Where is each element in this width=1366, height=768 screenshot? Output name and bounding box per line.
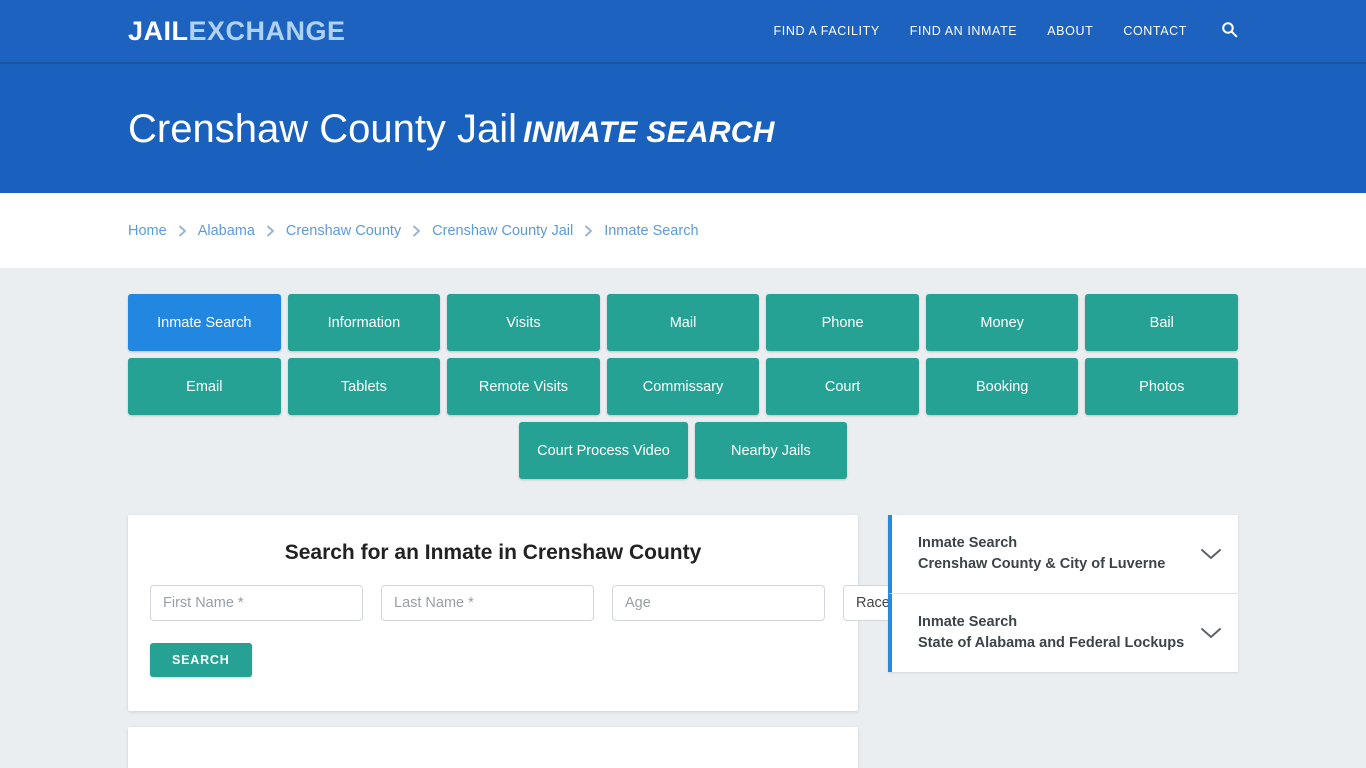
tab-row-2: Email Tablets Remote Visits Commissary C… (128, 358, 1239, 415)
breadcrumb-item-home[interactable]: Home (128, 223, 167, 239)
tab-tablets[interactable]: Tablets (287, 358, 441, 415)
breadcrumb-item-inmate-search: Inmate Search (604, 222, 699, 239)
tab-inmate-search[interactable]: Inmate Search (128, 294, 281, 351)
chevron-down-icon[interactable] (1200, 626, 1222, 640)
tab-information[interactable]: Information (287, 294, 441, 351)
accordion-item-state-federal-lockups[interactable]: Inmate Search State of Alabama and Feder… (888, 594, 1238, 673)
accordion-item-subtitle: Crenshaw County & City of Luverne (918, 556, 1166, 573)
breadcrumb-item-crenshaw-county-jail[interactable]: Crenshaw County Jail (432, 223, 573, 239)
content-columns: Search for an Inmate in Crenshaw County … (128, 515, 1238, 768)
page-title-main: Crenshaw County Jail (128, 106, 518, 151)
accordion-item-text: Inmate Search State of Alabama and Feder… (918, 612, 1188, 654)
tab-commissary[interactable]: Commissary (606, 358, 760, 415)
chevron-right-icon (266, 225, 275, 237)
search-submit-button[interactable]: SEARCH (150, 643, 252, 677)
page-title: Crenshaw County Jail Inmate Search (128, 107, 775, 151)
secondary-content-card (128, 727, 858, 768)
page-title-band: Crenshaw County Jail Inmate Search (0, 64, 1366, 193)
tab-booking[interactable]: Booking (925, 358, 1079, 415)
chevron-right-icon (584, 225, 593, 237)
top-navigation-bar: JAILEXCHANGE FIND A FACILITY FIND AN INM… (0, 0, 1366, 64)
facility-section-tabs: Inmate Search Information Visits Mail Ph… (128, 294, 1239, 479)
nav-item-contact[interactable]: CONTACT (1123, 24, 1187, 38)
tab-visits[interactable]: Visits (447, 294, 600, 351)
search-icon (1221, 21, 1238, 41)
chevron-right-icon (412, 225, 421, 237)
tab-email[interactable]: Email (128, 358, 281, 415)
right-column: Inmate Search Crenshaw County & City of … (888, 515, 1238, 673)
tab-bail[interactable]: Bail (1085, 294, 1239, 351)
accordion-item-title: Inmate Search (918, 535, 1018, 551)
first-name-input[interactable] (150, 585, 363, 621)
accordion-item-text: Inmate Search Crenshaw County & City of … (918, 533, 1188, 575)
primary-nav-links: FIND A FACILITY FIND AN INMATE ABOUT CON… (774, 21, 1238, 41)
inmate-search-card: Search for an Inmate in Crenshaw County … (128, 515, 1003, 711)
left-column: Search for an Inmate in Crenshaw County … (128, 515, 1003, 768)
accordion-item-title: Inmate Search (918, 614, 1018, 631)
tab-mail[interactable]: Mail (606, 294, 760, 351)
last-name-input[interactable] (381, 585, 594, 621)
page-title-subtitle: Inmate Search (523, 115, 775, 149)
breadcrumb-item-alabama[interactable]: Alabama (198, 223, 255, 239)
site-logo[interactable]: JAILEXCHANGE (128, 15, 346, 46)
nav-item-find-a-facility[interactable]: FIND A FACILITY (774, 24, 880, 38)
logo-secondary-text: EXCHANGE (188, 15, 346, 46)
nav-search-button[interactable] (1221, 21, 1238, 41)
nav-item-find-an-inmate[interactable]: FIND AN INMATE (910, 24, 1017, 38)
accordion-item-county-lockups[interactable]: Inmate Search Crenshaw County & City of … (888, 515, 1238, 595)
tab-money[interactable]: Money (925, 294, 1079, 351)
breadcrumb-item-crenshaw-county[interactable]: Crenshaw County (286, 223, 401, 239)
accordion-item-subtitle: State of Alabama and Federal Lockups (918, 635, 1185, 652)
search-fields-row: Race (150, 585, 1003, 621)
tab-photos[interactable]: Photos (1085, 358, 1239, 415)
tab-row-1: Inmate Search Information Visits Mail Ph… (128, 294, 1239, 351)
tab-remote-visits[interactable]: Remote Visits (447, 358, 600, 415)
chevron-right-icon (178, 225, 187, 237)
logo-primary-text: JAIL (128, 15, 189, 46)
inmate-search-accordion: Inmate Search Crenshaw County & City of … (888, 515, 1238, 673)
breadcrumb: Home Alabama Crenshaw County Crenshaw Co… (128, 223, 699, 239)
tab-phone[interactable]: Phone (766, 294, 919, 351)
main-content: Inmate Search Information Visits Mail Ph… (0, 268, 1366, 768)
age-input[interactable] (612, 585, 825, 621)
breadcrumb-band: Home Alabama Crenshaw County Crenshaw Co… (0, 193, 1366, 268)
tab-row-3: Court Process Video Nearby Jails (128, 422, 1238, 479)
chevron-down-icon[interactable] (1200, 547, 1222, 561)
tab-court[interactable]: Court (766, 358, 919, 415)
nav-item-about[interactable]: ABOUT (1047, 24, 1093, 38)
search-form-heading: Search for an Inmate in Crenshaw County (284, 541, 702, 564)
tab-court-process-video[interactable]: Court Process Video (519, 422, 688, 479)
tab-nearby-jails[interactable]: Nearby Jails (694, 422, 847, 479)
